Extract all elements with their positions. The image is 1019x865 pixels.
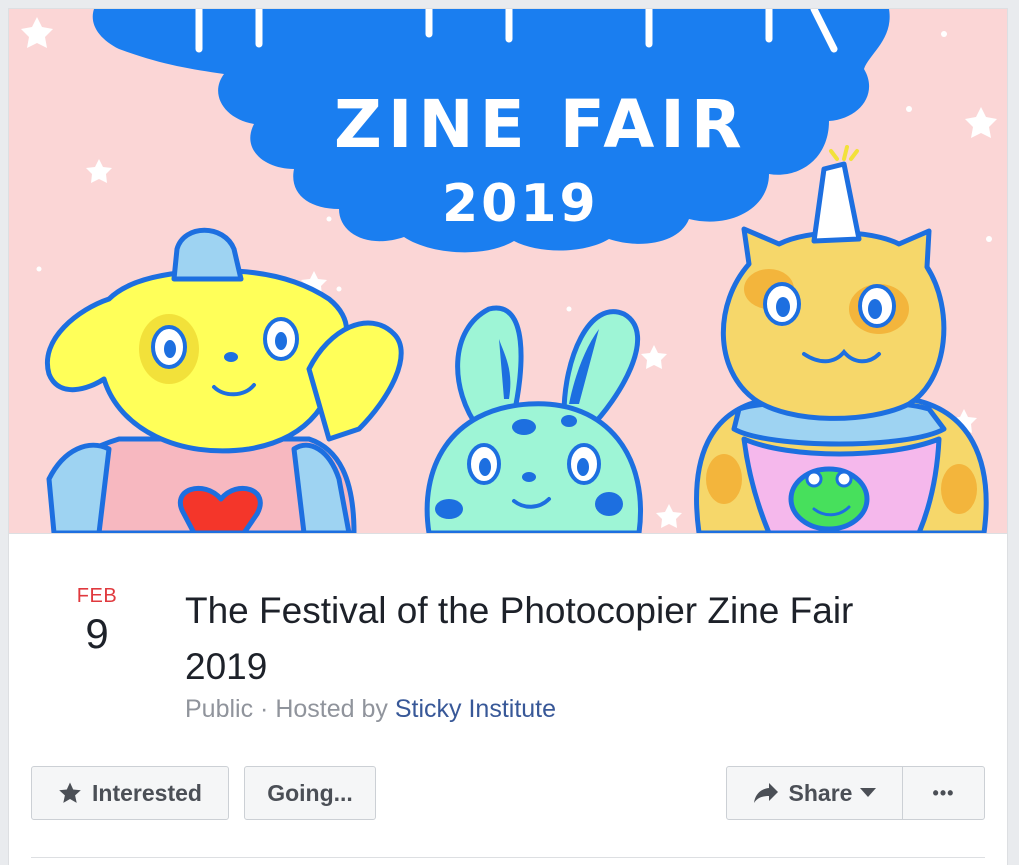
event-meta: Public · Hosted by Sticky Institute [185, 695, 556, 724]
share-button[interactable]: Share [726, 766, 903, 820]
share-arrow-icon [753, 782, 779, 804]
chevron-down-icon [860, 788, 877, 798]
event-date-day: 9 [85, 610, 109, 657]
interested-button[interactable]: Interested [31, 766, 229, 820]
event-card: ZINE FAIR 2019 FEB 9 The Festival of the… [8, 8, 1008, 865]
hosted-by-label: Hosted by [275, 695, 388, 723]
more-options-button[interactable]: ••• [902, 766, 985, 820]
cover-divider [9, 533, 1007, 534]
going-button[interactable]: Going... [244, 766, 376, 820]
meta-separator: · [260, 695, 269, 723]
share-label: Share [788, 779, 853, 806]
svg-text:2019: 2019 [442, 174, 599, 234]
event-date: FEB 9 [61, 585, 133, 657]
more-options-icon: ••• [932, 782, 955, 803]
event-title: The Festival of the Photocopier Zine Fai… [185, 590, 854, 687]
event-cover-image[interactable]: ZINE FAIR 2019 [9, 9, 1007, 533]
event-date-month: FEB [76, 585, 118, 607]
star-icon [58, 781, 82, 805]
svg-text:ZINE FAIR: ZINE FAIR [334, 86, 748, 163]
going-label: Going... [267, 779, 353, 806]
host-link[interactable]: Sticky Institute [395, 695, 556, 723]
interested-label: Interested [92, 779, 202, 806]
event-privacy: Public [185, 695, 254, 723]
section-divider [31, 857, 985, 858]
